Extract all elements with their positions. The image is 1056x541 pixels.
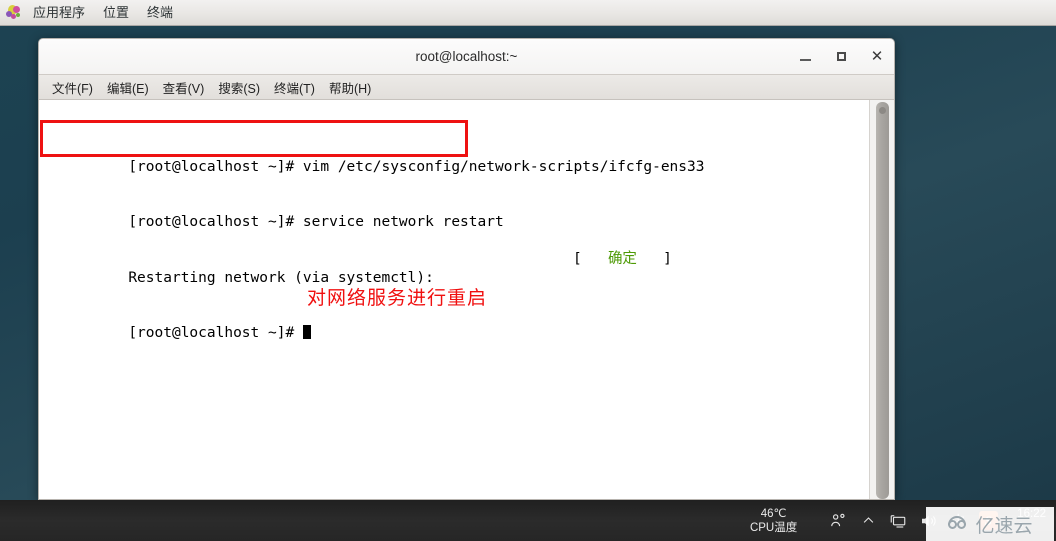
status-bracket-open: [ — [573, 251, 582, 267]
minimize-icon[interactable] — [796, 48, 814, 66]
highlight-rectangle — [40, 120, 468, 157]
cloud-logo-icon — [947, 516, 971, 532]
cpu-temp-label: CPU温度 — [749, 521, 798, 534]
terminal-window: root@localhost:~ ✕ 文件(F) 编辑(E) 查看(V) 搜索(… — [38, 38, 895, 500]
terminal-output-area[interactable]: [root@localhost ~]# vim /etc/sysconfig/n… — [39, 100, 894, 499]
status-ok-label: 确定 — [607, 251, 637, 267]
menu-help[interactable]: 帮助(H) — [322, 75, 378, 100]
cpu-temperature-widget[interactable]: 46℃ CPU温度 — [750, 507, 797, 535]
terminal-titlebar[interactable]: root@localhost:~ ✕ — [39, 39, 894, 75]
status-bracket-close: ] — [663, 251, 672, 267]
panel-item-terminal[interactable]: 终端 — [138, 2, 182, 24]
terminal-line: Restarting network (via systemctl): [ 确定… — [41, 250, 864, 286]
close-icon[interactable]: ✕ — [868, 48, 886, 66]
menu-search[interactable]: 搜索(S) — [211, 75, 267, 100]
desktop-background: 应用程序 位置 终端 root@localhost:~ ✕ 文件(F) 编辑(E… — [0, 0, 1056, 541]
maximize-icon[interactable] — [832, 48, 850, 66]
watermark-text: 亿速云 — [975, 514, 1033, 537]
annotation-text: 对网络服务进行重启 — [307, 287, 488, 309]
window-controls: ✕ — [796, 39, 886, 74]
people-share-icon[interactable] — [823, 500, 853, 541]
terminal-menubar: 文件(F) 编辑(E) 查看(V) 搜索(S) 终端(T) 帮助(H) — [39, 75, 894, 100]
scrollbar-thumb[interactable] — [876, 102, 889, 499]
network-monitor-icon[interactable] — [883, 500, 913, 541]
terminal-line-2: [root@localhost ~]# service network rest… — [128, 214, 504, 230]
windows-taskbar: 46℃ CPU温度 亿速云 — [0, 500, 1056, 541]
terminal-cursor — [302, 325, 311, 339]
menu-file[interactable]: 文件(F) — [45, 75, 100, 100]
gnome-top-panel: 应用程序 位置 终端 — [0, 0, 1056, 26]
terminal-line-1: [root@localhost ~]# vim /etc/sysconfig/n… — [128, 158, 705, 175]
terminal-scrollbar[interactable] — [869, 100, 894, 499]
panel-item-places[interactable]: 位置 — [94, 2, 138, 24]
panel-item-applications[interactable]: 应用程序 — [24, 2, 94, 24]
status-badge: [ 确定 ] — [573, 250, 672, 269]
menu-edit[interactable]: 编辑(E) — [100, 75, 156, 100]
terminal-line-4-prompt: [root@localhost ~]# — [128, 325, 303, 341]
window-title: root@localhost:~ — [415, 49, 518, 64]
menu-terminal[interactable]: 终端(T) — [267, 75, 322, 100]
chevron-up-icon[interactable] — [853, 500, 883, 541]
menu-view[interactable]: 查看(V) — [156, 75, 212, 100]
cpu-temp-value: 46℃ — [760, 507, 787, 520]
terminal-line: [root@localhost ~]# service network rest… — [41, 195, 864, 230]
gnome-applications-icon[interactable] — [4, 4, 22, 22]
watermark: 亿速云 — [926, 507, 1054, 541]
